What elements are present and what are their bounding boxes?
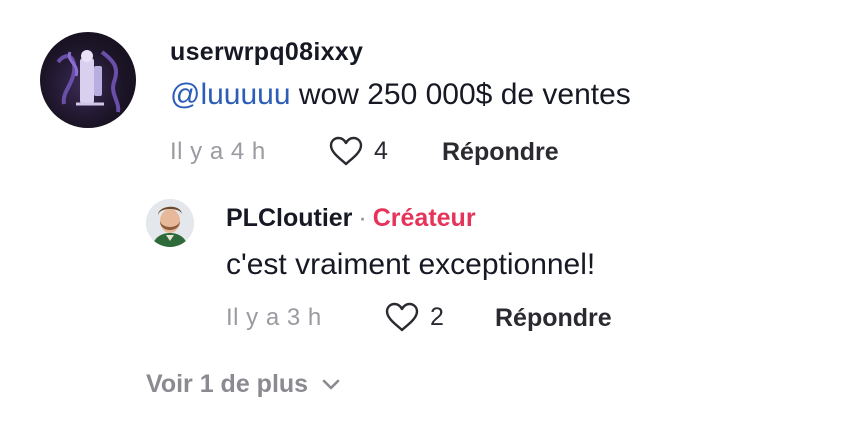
avatar[interactable]	[40, 32, 136, 128]
reply-like-count: 2	[430, 302, 444, 331]
reply-header: PLCloutier · Créateur	[226, 204, 476, 233]
separator-dot: ·	[358, 204, 367, 232]
like-button[interactable]: 4	[328, 134, 388, 168]
avatar-image	[146, 199, 194, 247]
like-count: 4	[374, 136, 388, 165]
reply-button[interactable]: Répondre	[442, 138, 559, 167]
comment-thread: userwrpq08ixxy @luuuuu wow 250 000$ de v…	[0, 0, 854, 432]
view-more-replies-button[interactable]: Voir 1 de plus	[146, 370, 340, 399]
comment-text: @luuuuu wow 250 000$ de ventes	[170, 78, 631, 112]
creator-badge: Créateur	[372, 204, 476, 232]
avatar-image	[56, 50, 121, 113]
chevron-down-icon	[322, 379, 340, 389]
heart-outline-icon	[329, 136, 363, 166]
mention-link[interactable]: @luuuuu	[170, 78, 291, 111]
heart-outline-icon	[385, 302, 419, 332]
comment-timestamp: Il y a 4 h	[170, 138, 266, 165]
view-more-label: Voir 1 de plus	[146, 370, 309, 398]
reply-like-button[interactable]: 2	[384, 300, 444, 334]
reply-username[interactable]: PLCloutier	[226, 204, 352, 232]
reply-timestamp: Il y a 3 h	[226, 304, 322, 331]
reply-text: c'est vraiment exceptionnel!	[226, 248, 596, 281]
reply-reply-button[interactable]: Répondre	[495, 304, 612, 333]
comment-text-body: wow 250 000$ de ventes	[290, 78, 631, 111]
comment-username[interactable]: userwrpq08ixxy	[170, 38, 363, 67]
reply-avatar[interactable]	[146, 199, 194, 247]
